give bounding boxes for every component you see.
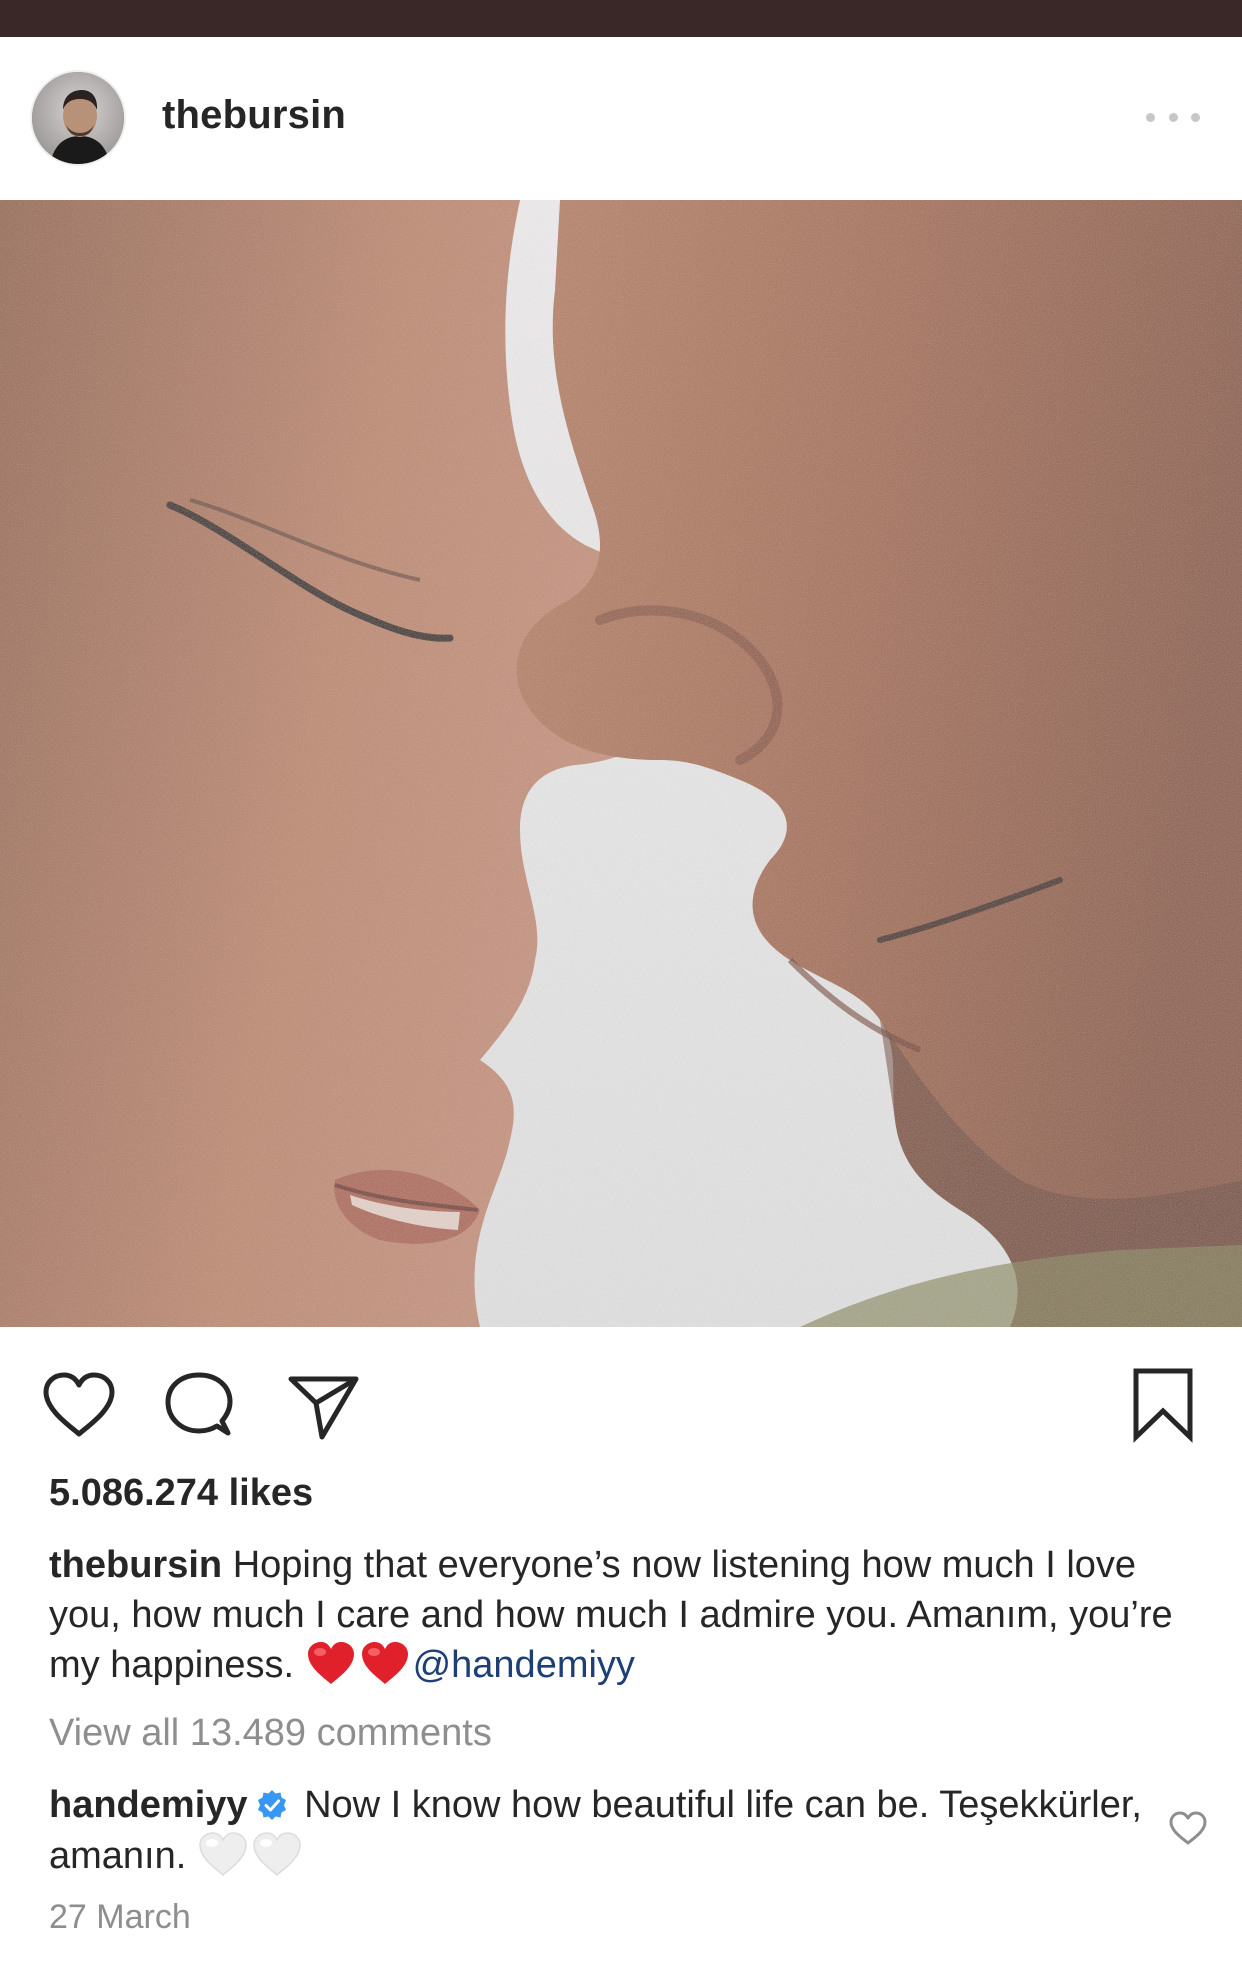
top-comment: handemiyy Now I know how beautiful life … (49, 1780, 1149, 1881)
avatar[interactable] (30, 70, 126, 166)
view-all-comments-link[interactable]: View all 13.489 comments (49, 1712, 492, 1755)
white-heart-icon (251, 1830, 303, 1878)
post-date: 27 March (49, 1898, 191, 1936)
likes-count[interactable]: 5.086.274 likes (49, 1472, 313, 1515)
post-header: thebursin (0, 37, 1242, 200)
post-author-username[interactable]: thebursin (162, 93, 346, 138)
white-heart-icon (197, 1830, 249, 1878)
verified-badge-icon (256, 1784, 288, 1820)
post-caption: thebursin Hoping that everyone’s now lis… (49, 1540, 1209, 1690)
comment-heart-icon[interactable] (1168, 1810, 1208, 1846)
caption-mention-link[interactable]: @handemiyy (413, 1644, 635, 1686)
red-heart-icon (359, 1640, 411, 1686)
bookmark-icon[interactable] (1128, 1365, 1198, 1443)
comment-username[interactable]: handemiyy (49, 1784, 248, 1826)
heart-outline-icon[interactable] (40, 1370, 118, 1440)
red-heart-icon (305, 1640, 357, 1686)
three-dots-icon[interactable] (1146, 107, 1200, 127)
caption-username[interactable]: thebursin (49, 1544, 222, 1586)
post-actions-bar (0, 1327, 1242, 1477)
status-bar (0, 0, 1242, 37)
post-photo[interactable] (0, 200, 1242, 1327)
speech-bubble-icon[interactable] (162, 1369, 236, 1443)
paper-plane-icon[interactable] (286, 1371, 360, 1441)
